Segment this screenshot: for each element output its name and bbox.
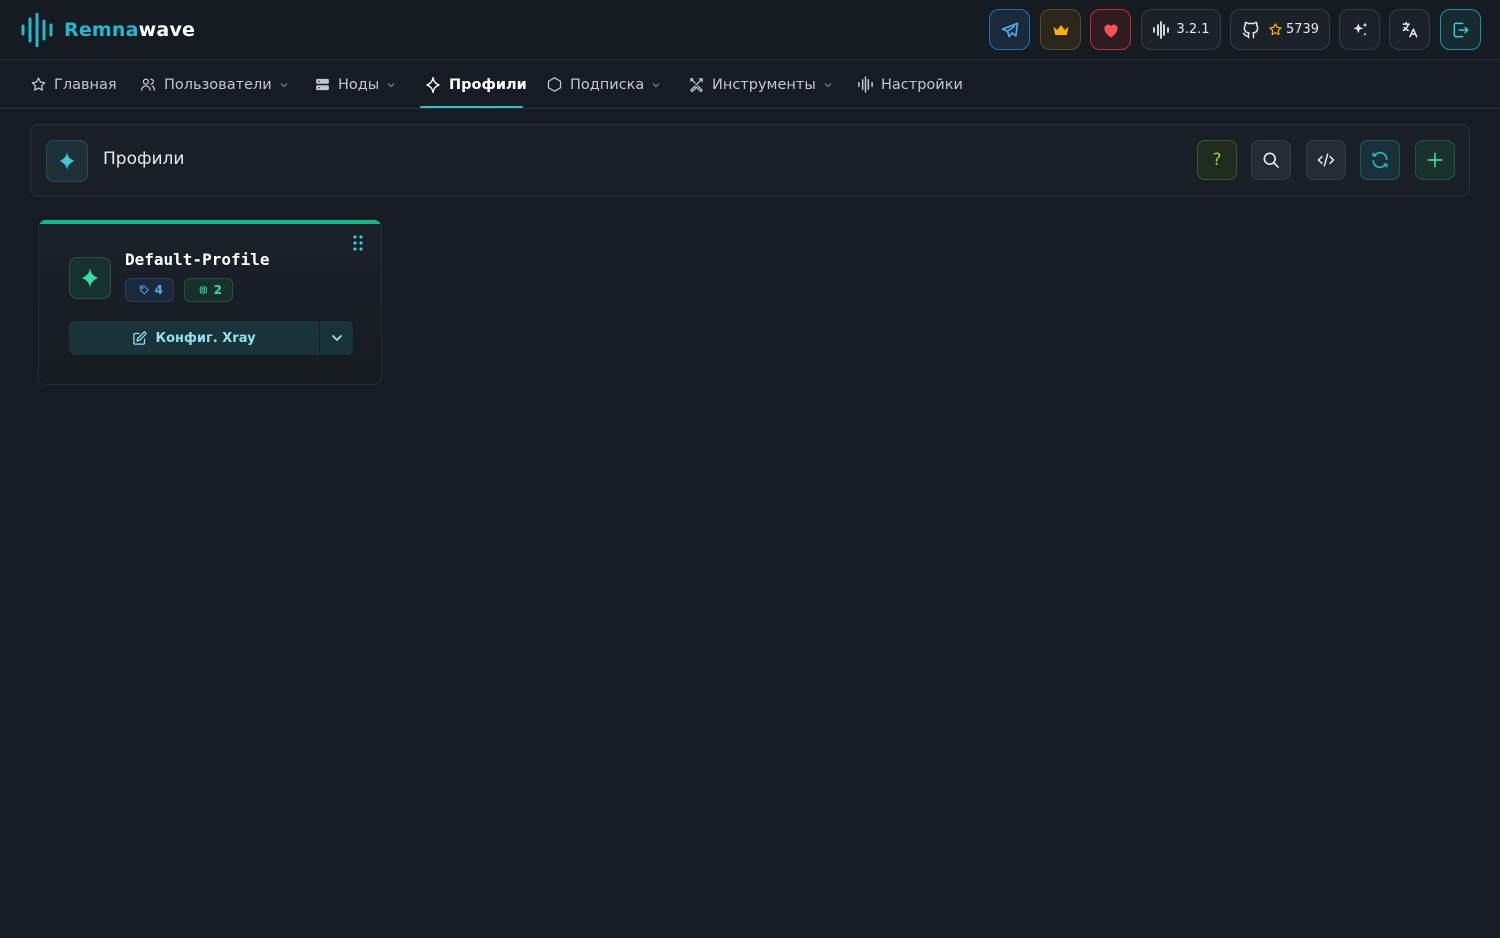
sparkle-icon [59,151,75,171]
app-logo[interactable]: Remnawave [20,13,195,47]
chevron-down-icon [280,82,288,87]
profile-menu-button[interactable] [320,321,353,355]
tools-icon [690,78,703,93]
github-icon [1242,21,1259,38]
inbounds-count: 4 [154,283,163,297]
waveform-icon [21,13,53,47]
crown-icon [1053,24,1068,35]
waveform-icon [1153,20,1170,39]
waveform-icon [858,76,873,93]
nav-item-subscription[interactable]: Подписка [546,60,661,109]
chevron-down-icon [824,82,832,87]
active-tab-indicator [420,106,523,108]
nav-item-profiles[interactable]: Профили [424,60,527,109]
logout-icon [1453,22,1468,37]
nav-item-label: Профили [449,76,527,93]
telegram-button[interactable] [989,9,1030,50]
nav-item-label: Настройки [881,76,963,93]
app-header: Remnawave 3.2.1 5739 [0,0,1500,60]
sparkle-icon [426,76,440,93]
heart-icon [1103,24,1118,37]
nav-item-home[interactable]: Главная [30,60,117,109]
app-name: Remnawave [64,19,195,41]
help-button[interactable]: ? [1197,140,1237,180]
sparkle-icon [82,268,98,288]
version-label: 3.2.1 [1176,22,1210,37]
github-stars-count: 5739 [1285,22,1320,37]
sparkles-icon [1352,22,1367,36]
ai-button[interactable] [1339,9,1380,50]
nav-item-label: Пользователи [164,76,272,93]
users-icon [140,78,156,91]
star-icon [1269,23,1282,36]
main-nav: Главная Пользователи Ноды Профили Подпис… [0,60,1500,109]
code-button[interactable] [1306,140,1346,180]
chevron-down-icon [652,82,660,87]
translate-icon [1402,21,1417,37]
github-button[interactable]: 5739 [1230,9,1330,50]
nav-item-label: Подписка [570,76,645,93]
profile-icon [69,257,111,299]
nav-item-users[interactable]: Пользователи [139,60,289,109]
refresh-icon [1372,151,1388,169]
cpu-icon [199,286,207,294]
telegram-icon [1001,22,1018,38]
xray-config-label: Конфиг. Xray [155,330,256,346]
crown-button[interactable] [1040,9,1081,50]
tag-icon [139,285,149,295]
nav-item-label: Инструменты [712,76,816,93]
page-icon [46,140,88,182]
xray-config-button[interactable]: Конфиг. Xray [69,321,319,355]
server-icon [316,78,329,91]
donate-button[interactable] [1090,9,1131,50]
app-name-part1: Remna [64,19,139,41]
nav-item-label: Главная [54,76,117,93]
refresh-button[interactable] [1360,140,1400,180]
drag-handle[interactable] [351,234,365,252]
logout-button[interactable] [1440,9,1481,50]
page-title: Профили [103,149,185,169]
drag-dots-icon [353,235,363,251]
star-icon [31,77,46,91]
profile-status-bar [39,220,381,224]
profile-name: Default-Profile [125,250,270,269]
edit-icon [133,331,147,345]
chevron-down-icon [331,335,342,341]
profile-card: Default-Profile 4 2 Конфиг. Xray [38,219,382,385]
code-icon [1317,153,1335,167]
plus-icon [1427,152,1443,168]
nodes-badge: 2 [184,278,233,302]
inbounds-badge: 4 [125,278,174,302]
hexagon-icon [547,77,562,92]
chevron-down-icon [387,82,395,87]
search-button[interactable] [1251,140,1291,180]
nav-item-tools[interactable]: Инструменты [688,60,833,109]
nav-item-settings[interactable]: Настройки [857,60,963,109]
search-icon [1263,152,1279,168]
nav-item-nodes[interactable]: Ноды [314,60,396,109]
version-button[interactable]: 3.2.1 [1141,9,1221,50]
language-button[interactable] [1389,9,1430,50]
nodes-count: 2 [213,283,222,297]
nav-item-label: Ноды [338,76,380,93]
add-profile-button[interactable] [1415,140,1455,180]
app-name-part2: wave [138,19,196,41]
page-header-card: Профили ? [30,124,1470,197]
help-icon: ? [1212,150,1222,170]
